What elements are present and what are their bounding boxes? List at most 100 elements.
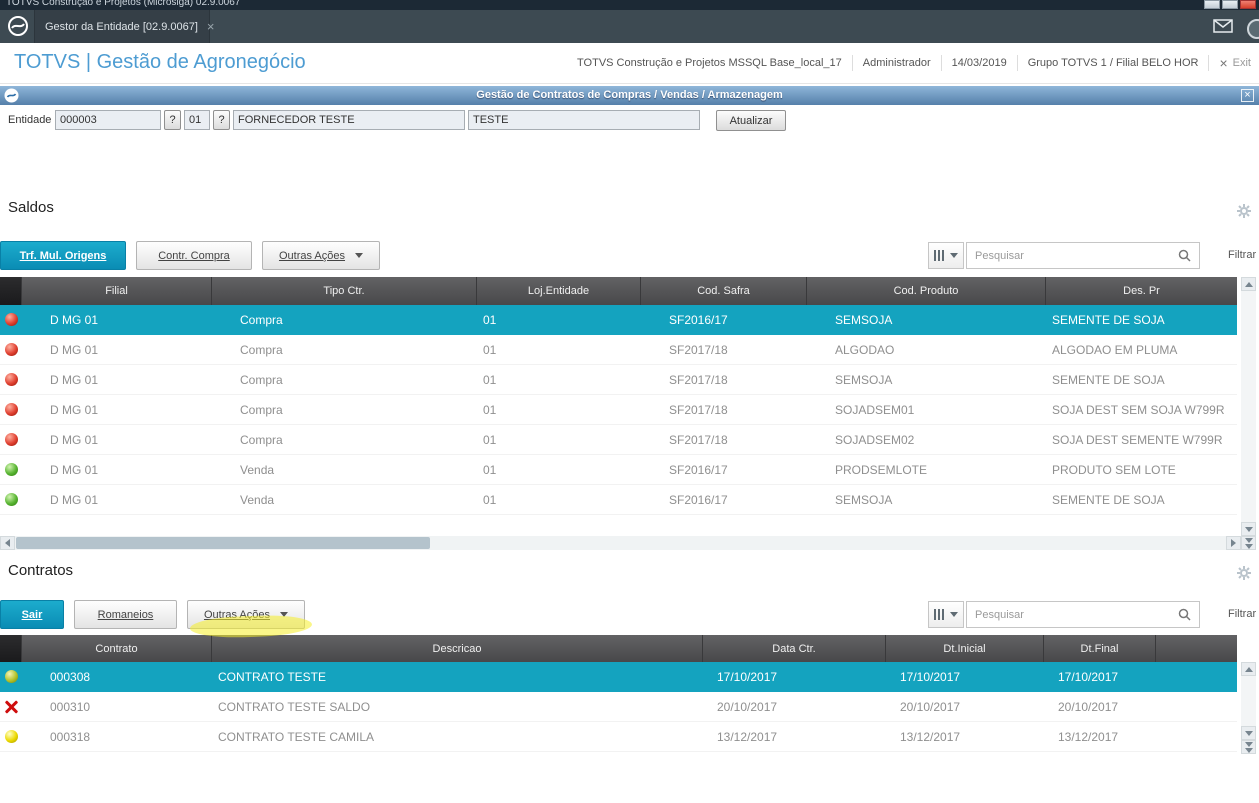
column-header: Des. Pr (1123, 285, 1160, 297)
cell-dt_inicial: 13/12/2017 (900, 729, 961, 744)
trf-mul-origens-button[interactable]: Trf. Mul. Origens (0, 241, 126, 270)
sair-button[interactable]: Sair (0, 600, 64, 629)
help-icon[interactable] (1246, 18, 1259, 45)
cell-tipo: Compra (240, 402, 283, 417)
scroll-left-button[interactable] (0, 536, 15, 550)
divider (851, 55, 853, 71)
columns-config-button[interactable] (928, 601, 964, 628)
cell-tipo: Venda (240, 462, 275, 477)
cell-contrato: 000310 (50, 699, 91, 714)
entity-code-field[interactable] (55, 110, 161, 130)
exit-button[interactable]: × Exit (1219, 56, 1251, 70)
scroll-up-button[interactable] (1241, 662, 1256, 676)
table-row[interactable]: D MG 01 Compra 01 SF2017/18 SEMSOJA SEMENTE D… (0, 365, 1237, 395)
scrollbar-thumb[interactable] (16, 537, 430, 549)
search-box (966, 601, 1200, 628)
chevron-down-icon (950, 253, 958, 258)
search-input[interactable] (967, 249, 1178, 262)
status-yellow-icon (4, 730, 18, 743)
cell-safra: SF2016/17 (669, 462, 728, 477)
cell-loja: 01 (483, 462, 497, 477)
scroll-down-button[interactable] (1241, 522, 1256, 536)
saldos-vertical-scrollbar[interactable] (1241, 277, 1256, 550)
cell-safra: SF2017/18 (669, 372, 728, 387)
column-header: Descricao (212, 635, 703, 662)
scroll-right-button[interactable] (1226, 536, 1241, 550)
cell-contrato: 000308 (50, 669, 91, 684)
status-green-icon (4, 493, 18, 506)
cell-loja: 01 (483, 492, 497, 507)
column-header: Loj.Entidade (477, 277, 641, 305)
mail-icon[interactable] (1213, 19, 1233, 38)
table-row[interactable]: D MG 01 Compra 01 SF2017/18 SOJADSEM02 SOJA D… (0, 425, 1237, 455)
arrow-right-icon (1231, 539, 1236, 547)
filter-link[interactable]: Filtrar (1228, 249, 1256, 261)
row-status-cell (0, 485, 22, 514)
saldos-horizontal-scrollbar[interactable] (0, 536, 1241, 550)
scroll-down-button[interactable] (1241, 726, 1256, 740)
session-info: TOTVS Construção e Projetos MSSQL Base_l… (577, 43, 1251, 83)
search-icon[interactable] (1178, 249, 1191, 262)
romaneios-button[interactable]: Romaneios (74, 600, 177, 629)
scroll-track[interactable] (15, 536, 1226, 550)
tab-close-icon[interactable]: × (207, 20, 215, 33)
scroll-track[interactable] (1241, 291, 1256, 522)
table-row[interactable]: 000308 CONTRATO TESTE 17/10/2017 17/10/2017… (0, 662, 1237, 692)
table-row[interactable]: 000318 CONTRATO TESTE CAMILA 13/12/2017 13/… (0, 722, 1237, 752)
column-header: Data Ctr. (703, 635, 886, 662)
contratos-table-header: Contrato Descricao Data Ctr. Dt.Inicial … (0, 635, 1237, 662)
row-status-cell (0, 662, 22, 691)
cell-descricao: CONTRATO TESTE SALDO (218, 699, 371, 714)
contratos-table: Contrato Descricao Data Ctr. Dt.Inicial … (0, 635, 1237, 752)
table-row[interactable]: D MG 01 Compra 01 SF2016/17 SEMSOJA SEMENTE D… (0, 305, 1237, 335)
search-input[interactable] (967, 608, 1178, 621)
table-row[interactable]: 000310 CONTRATO TESTE SALDO 20/10/2017 20/1… (0, 692, 1237, 722)
outras-acoes-button[interactable]: Outras Ações (187, 600, 305, 629)
filter-link[interactable]: Filtrar (1228, 608, 1256, 620)
scroll-page-down-button[interactable] (1241, 740, 1256, 754)
scroll-page-down-button[interactable] (1241, 536, 1256, 550)
divider (940, 55, 942, 71)
cell-filial: D MG 01 (50, 462, 99, 477)
settings-icon[interactable] (1237, 566, 1251, 585)
maximize-button[interactable] (1222, 0, 1238, 9)
arrow-down-icon (1244, 730, 1253, 736)
entity-alias-field[interactable] (468, 110, 700, 130)
outras-acoes-button[interactable]: Outras Ações (262, 241, 380, 270)
cell-loja: 01 (483, 342, 497, 357)
cell-dt_final: 17/10/2017 (1058, 669, 1119, 684)
contr-compra-button[interactable]: Contr. Compra (136, 241, 252, 270)
divider (1208, 55, 1210, 71)
entity-name-field[interactable] (233, 110, 465, 130)
contratos-vertical-scrollbar[interactable] (1241, 662, 1256, 754)
close-button[interactable] (1240, 0, 1256, 9)
table-row[interactable]: D MG 01 Venda 01 SF2016/17 PRODSEMLOTE PRODUT… (0, 455, 1237, 485)
table-row[interactable]: D MG 01 Venda 01 SF2016/17 SEMSOJA SEMENTE DE… (0, 485, 1237, 515)
refresh-button[interactable]: Atualizar (716, 110, 786, 131)
store-lookup-button[interactable]: ? (213, 110, 230, 130)
app-brand-title: TOTVS | Gestão de Agronegócio (14, 51, 306, 73)
tab-bar: Gestor da Entidade [02.9.0067] × (0, 10, 1259, 43)
column-header: Dt.Final (1044, 635, 1156, 662)
table-row[interactable]: D MG 01 Compra 01 SF2017/18 SOJADSEM01 SOJA D… (0, 395, 1237, 425)
panel-close-icon[interactable]: × (1241, 89, 1254, 102)
tab-gestor-da-entidade[interactable]: Gestor da Entidade [02.9.0067] × (34, 10, 214, 43)
status-x-icon (4, 700, 18, 714)
button-label: Trf. Mul. Origens (19, 249, 107, 262)
cell-descricao: PRODUTO SEM LOTE (1052, 462, 1176, 477)
scroll-track[interactable] (1241, 676, 1256, 726)
cell-loja: 01 (483, 312, 497, 327)
columns-config-button[interactable] (928, 242, 964, 269)
table-row[interactable]: D MG 01 Compra 01 SF2017/18 ALGODAO ALGODAO E… (0, 335, 1237, 365)
entity-lookup-button[interactable]: ? (164, 110, 181, 130)
search-icon[interactable] (1178, 608, 1191, 621)
store-code-field[interactable] (184, 110, 210, 130)
cell-loja: 01 (483, 432, 497, 447)
scroll-up-button[interactable] (1241, 277, 1256, 291)
minimize-button[interactable] (1204, 0, 1220, 9)
saldos-section-title: Saldos (8, 199, 54, 216)
chevron-down-icon (950, 612, 958, 617)
cell-data_ctr: 17/10/2017 (717, 669, 778, 684)
settings-icon[interactable] (1237, 204, 1251, 223)
entity-label: Entidade (8, 114, 52, 126)
